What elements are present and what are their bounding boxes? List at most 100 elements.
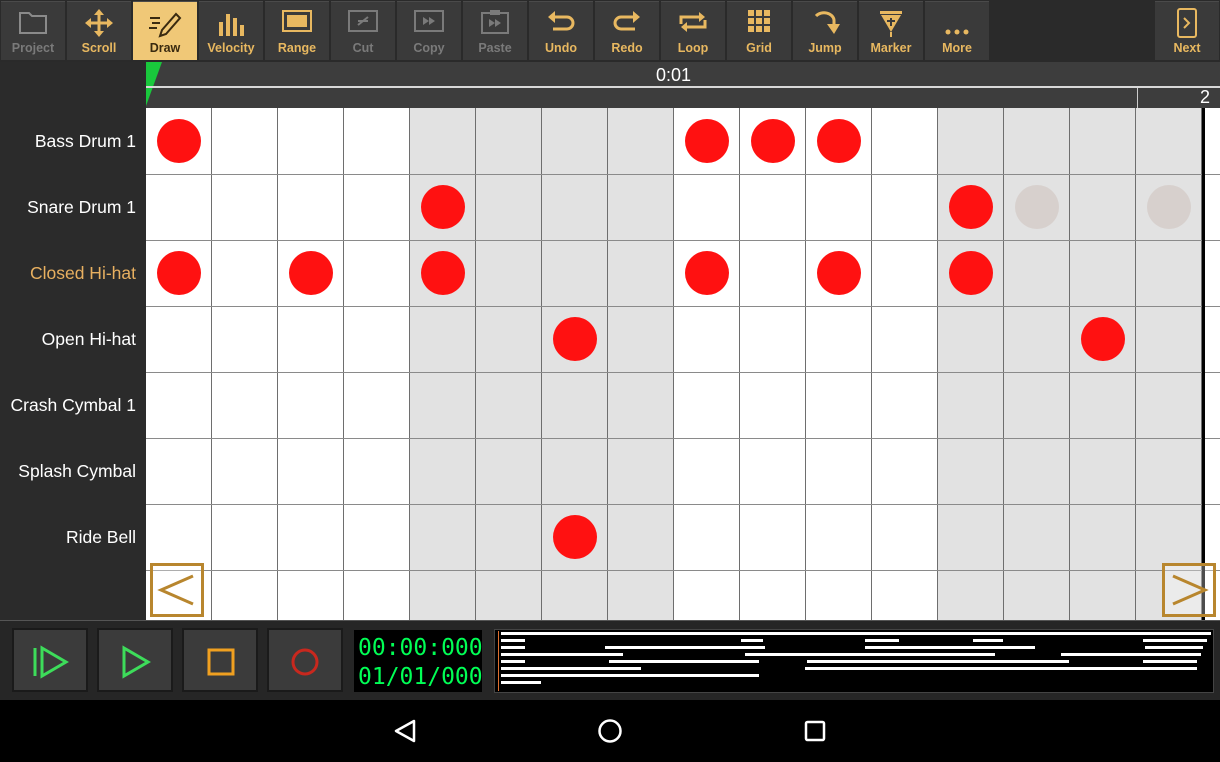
drum-note[interactable] — [751, 119, 795, 163]
grid-column-line — [805, 108, 806, 620]
grid-column-line — [1135, 108, 1136, 620]
grid-row-line — [146, 174, 1220, 175]
song-overview[interactable] — [494, 629, 1214, 693]
timeline-ruler[interactable]: 0:01 2 — [146, 62, 1220, 108]
ruler-bar-number: 2 — [1199, 87, 1210, 107]
cut-button[interactable]: Cut — [331, 1, 395, 60]
jump-button[interactable]: Jump — [793, 1, 857, 60]
drum-note[interactable] — [421, 185, 465, 229]
project-button[interactable]: Project — [1, 1, 65, 60]
undo-label: Undo — [545, 41, 577, 55]
recents-square-icon[interactable] — [798, 714, 832, 748]
drum-note[interactable] — [949, 185, 993, 229]
time-readout: 00:00:000 — [358, 635, 483, 661]
next-page-icon — [1155, 8, 1219, 38]
play-icon — [122, 645, 151, 679]
drum-note[interactable] — [157, 119, 201, 163]
more-button[interactable]: More — [925, 1, 989, 60]
velocity-button[interactable]: Velocity — [199, 1, 263, 60]
cut-label: Cut — [352, 41, 374, 55]
paste-button[interactable]: Paste — [463, 1, 527, 60]
drum-note[interactable] — [817, 119, 861, 163]
record-icon — [291, 648, 319, 676]
redo-icon — [595, 8, 659, 38]
velocity-label: Velocity — [207, 41, 255, 55]
pencil-icon — [133, 8, 197, 38]
drum-note[interactable] — [685, 251, 729, 295]
drum-note[interactable] — [685, 119, 729, 163]
scroll-left-button[interactable] — [150, 563, 204, 617]
drum-label[interactable]: Ride Bell — [0, 527, 136, 548]
loop-label: Loop — [677, 41, 709, 55]
grid-column-line — [871, 108, 872, 620]
marker-label: Marker — [870, 41, 912, 55]
paste-label: Paste — [478, 41, 512, 55]
grid-column-line — [1003, 108, 1004, 620]
grid-label: Grid — [746, 41, 772, 55]
project-label: Project — [11, 41, 55, 55]
copy-button[interactable]: Copy — [397, 1, 461, 60]
more-dots-icon — [925, 8, 989, 38]
grid-icon — [727, 8, 791, 38]
drum-note[interactable] — [421, 251, 465, 295]
copy-icon — [397, 8, 461, 38]
rewind-play-button[interactable] — [12, 628, 88, 692]
marker-icon — [859, 8, 923, 38]
drum-note[interactable] — [553, 317, 597, 361]
grid-row-line — [146, 372, 1220, 373]
drum-pattern-grid[interactable] — [146, 108, 1220, 620]
scroll-button[interactable]: Scroll — [67, 1, 131, 60]
grid-column-line — [673, 108, 674, 620]
undo-button[interactable]: Undo — [529, 1, 593, 60]
back-triangle-icon[interactable] — [388, 714, 422, 748]
paste-icon — [463, 8, 527, 38]
drum-note[interactable] — [1081, 317, 1125, 361]
grid-column-line — [541, 108, 542, 620]
grid-column-line — [607, 108, 608, 620]
drum-note[interactable] — [289, 251, 333, 295]
grid-column-line — [475, 108, 476, 620]
grid-column-line — [211, 108, 212, 620]
range-button[interactable]: Range — [265, 1, 329, 60]
draw-button[interactable]: Draw — [133, 1, 197, 60]
ghost-note[interactable] — [1015, 185, 1059, 229]
drum-note[interactable] — [817, 251, 861, 295]
marker-button[interactable]: Marker — [859, 1, 923, 60]
toolbar: Project Scroll Draw Velocity Range Cut C… — [0, 0, 1220, 62]
loop-icon — [661, 8, 725, 38]
position-readout: 01/01/000 — [358, 664, 483, 690]
drum-label[interactable]: Bass Drum 1 — [0, 131, 136, 152]
record-button[interactable] — [267, 628, 343, 692]
ruler-time-label: 0:01 — [656, 65, 692, 85]
chevron-right-icon — [1172, 574, 1209, 606]
home-circle-icon[interactable] — [593, 714, 627, 748]
grid-button[interactable]: Grid — [727, 1, 791, 60]
ruler-line — [146, 86, 1220, 88]
loop-button[interactable]: Loop — [661, 1, 725, 60]
drum-note[interactable] — [553, 515, 597, 559]
cut-icon — [331, 8, 395, 38]
time-display: 00:00:000 01/01/000 — [354, 630, 483, 692]
drum-label[interactable]: Open Hi-hat — [0, 329, 136, 350]
grid-row-line — [146, 570, 1220, 571]
grid-column-line — [409, 108, 410, 620]
drum-label[interactable]: Closed Hi-hat — [0, 263, 136, 284]
drum-label[interactable]: Splash Cymbal — [0, 461, 136, 482]
overview-playhead — [498, 631, 499, 691]
scroll-label: Scroll — [81, 41, 117, 55]
draw-label: Draw — [149, 41, 181, 55]
playhead-marker[interactable] — [146, 62, 162, 106]
next-button[interactable]: Next — [1155, 1, 1219, 60]
drum-note[interactable] — [949, 251, 993, 295]
drum-note[interactable] — [157, 251, 201, 295]
redo-button[interactable]: Redo — [595, 1, 659, 60]
scroll-right-button[interactable] — [1162, 563, 1216, 617]
drum-label[interactable]: Crash Cymbal 1 — [0, 395, 136, 416]
grid-column-line — [937, 108, 938, 620]
play-button[interactable] — [97, 628, 173, 692]
stop-icon — [207, 648, 235, 676]
ghost-note[interactable] — [1147, 185, 1191, 229]
grid-column-line — [343, 108, 344, 620]
stop-button[interactable] — [182, 628, 258, 692]
drum-label[interactable]: Snare Drum 1 — [0, 197, 136, 218]
